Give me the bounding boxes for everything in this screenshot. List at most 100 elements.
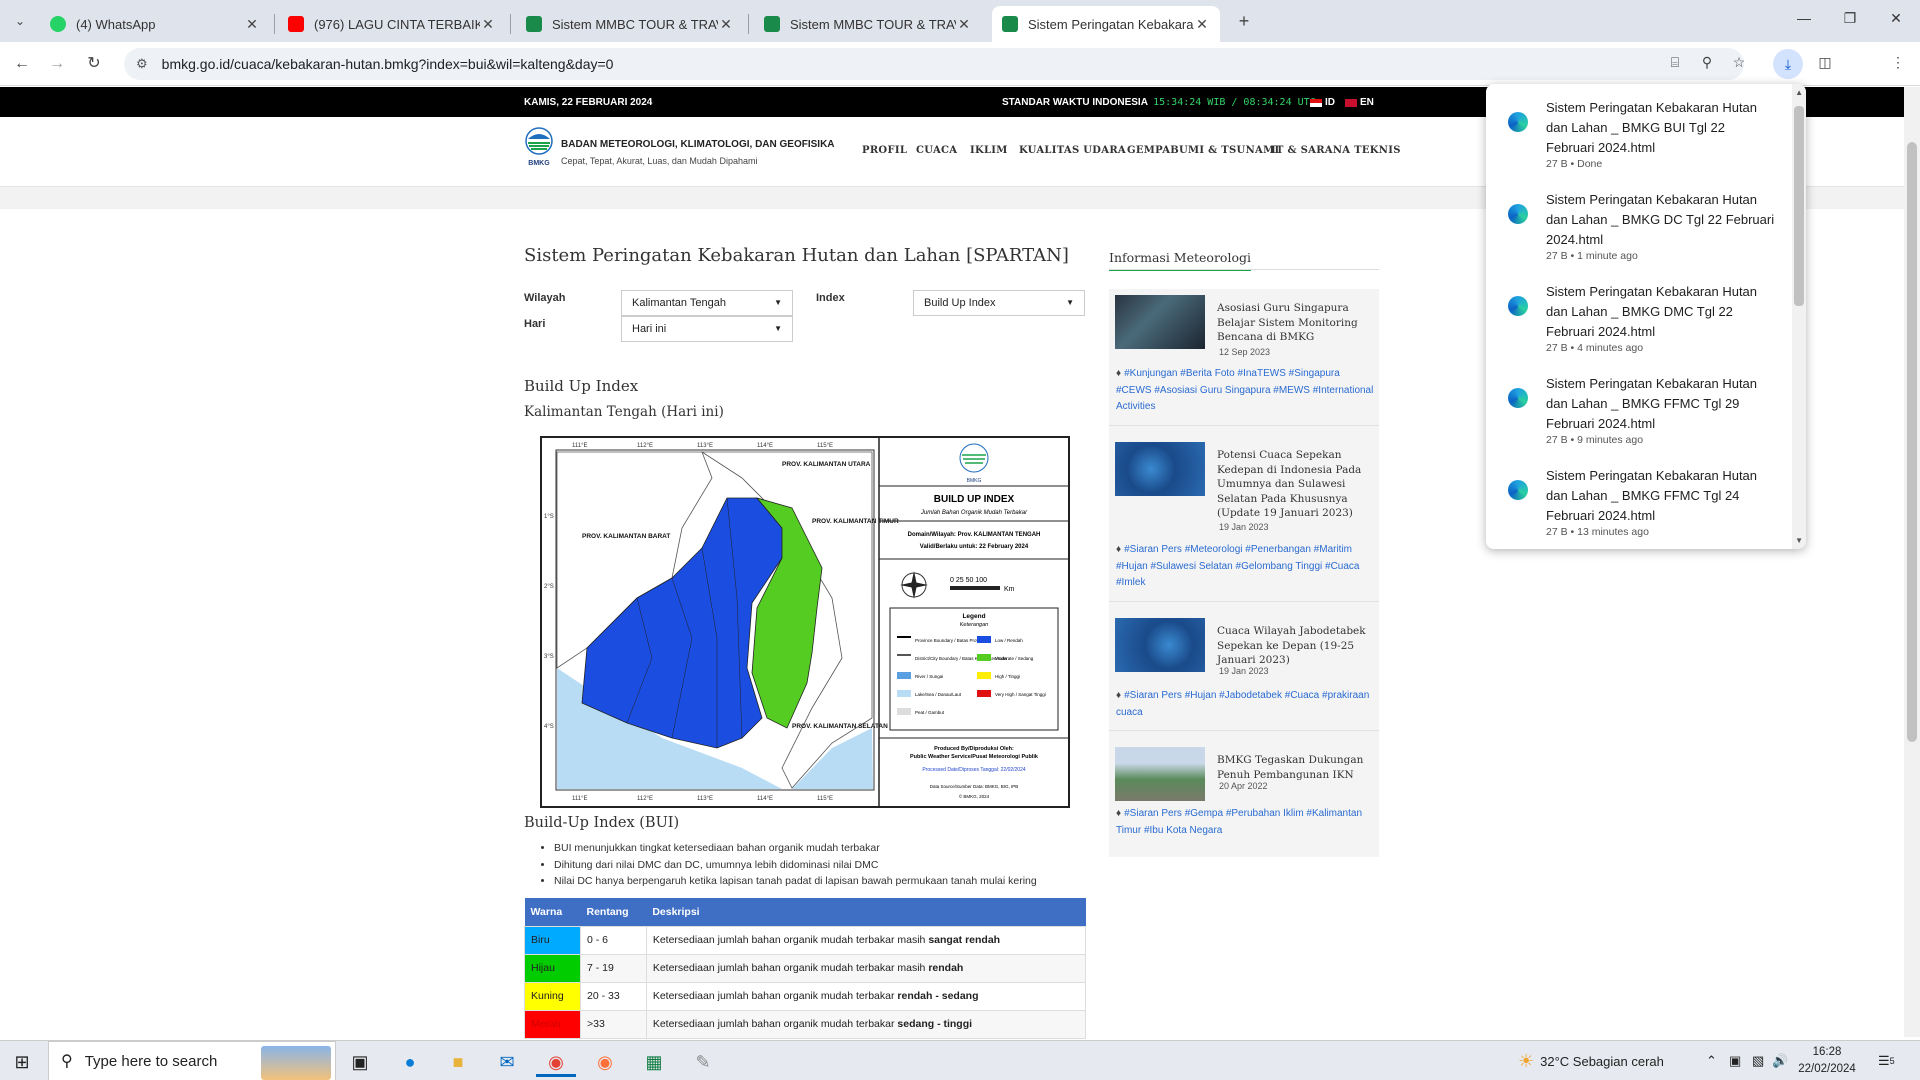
map-scale-bar — [950, 586, 1000, 590]
flag-id-icon — [1310, 98, 1322, 107]
bui-map[interactable]: 111°E 112°E 113°E 114°E 115°E 111°E 112°E 113°… — [540, 436, 1070, 808]
edge-file-icon — [1508, 388, 1528, 408]
taskbar-search-input[interactable]: ⚲ Type here to search — [48, 1041, 336, 1080]
legend-item: Lake/Sea / Danau/Laut — [897, 690, 962, 697]
news-title[interactable]: Asosiasi Guru Singapura Belajar Sistem M… — [1217, 301, 1375, 345]
new-tab-button[interactable]: + — [1232, 9, 1256, 33]
map-domain: Domain/Wilayah: Prov. KALIMANTAN TENGAH — [908, 532, 1041, 538]
download-filename[interactable]: Sistem Peringatan Kebakaran Hutan dan La… — [1546, 190, 1776, 250]
close-icon[interactable]: ✕ — [718, 16, 734, 33]
back-button[interactable]: ← — [10, 52, 34, 76]
nav-gempabumi[interactable]: GEMPABUMI & TSUNAMI — [1127, 145, 1279, 156]
reload-button[interactable]: ↻ — [82, 52, 106, 76]
excel-icon[interactable]: ▦ — [634, 1047, 674, 1077]
download-filename[interactable]: Sistem Peringatan Kebakaran Hutan dan La… — [1546, 466, 1776, 526]
forward-button[interactable]: → — [45, 52, 69, 76]
notification-icon[interactable]: ☰ 5 — [1878, 1041, 1895, 1080]
windows-taskbar: ⊞ ⚲ Type here to search ▣ ● ■ ✉ ◉ ◉ ▦ ✎ … — [0, 1040, 1920, 1080]
news-item[interactable]: Potensi Cuaca Sepekan Kedepan di Indones… — [1115, 442, 1375, 532]
page-scrollbar[interactable] — [1904, 87, 1920, 1037]
edge-icon[interactable]: ● — [390, 1047, 430, 1077]
news-thumbnail[interactable] — [1115, 442, 1205, 496]
wilayah-select[interactable]: Kalimantan Tengah ▼ — [621, 290, 793, 316]
tag-icon: ♦ — [1116, 544, 1122, 555]
index-label: Index — [816, 292, 845, 304]
tab-spartan-active[interactable]: Sistem Peringatan Kebakaran H ✕ — [992, 6, 1220, 42]
weather-widget[interactable]: ☀ 32°C Sebagian cerah — [1518, 1041, 1664, 1080]
restore-button[interactable]: ❐ — [1830, 10, 1870, 27]
news-thumbnail[interactable] — [1115, 295, 1205, 349]
range-cell: 7 - 19 — [580, 953, 647, 983]
news-tags[interactable]: ♦ #Kunjungan #Berita Foto #InaTEWS #Singa… — [1116, 366, 1374, 416]
download-filename[interactable]: Sistem Peringatan Kebakaran Hutan dan La… — [1546, 98, 1776, 158]
translate-icon[interactable]: ⌸ — [1663, 54, 1687, 76]
side-panel-icon[interactable]: ◫ — [1813, 54, 1837, 76]
tab-whatsapp[interactable]: (4) WhatsApp ✕ — [40, 6, 270, 42]
nav-iklim[interactable]: IKLIM — [970, 145, 1008, 156]
paint-icon[interactable]: ✎ — [683, 1047, 723, 1077]
news-thumbnail[interactable] — [1115, 618, 1205, 672]
close-window-button[interactable]: ✕ — [1876, 10, 1916, 27]
close-icon[interactable]: ✕ — [244, 16, 260, 33]
file-explorer-icon[interactable]: ■ — [438, 1047, 478, 1077]
news-item[interactable]: Asosiasi Guru Singapura Belajar Sistem M… — [1115, 295, 1375, 357]
lang-en[interactable]: EN — [1345, 97, 1374, 108]
nav-kualitas-udara[interactable]: KUALITAS UDARA — [1019, 145, 1126, 156]
index-select[interactable]: Build Up Index ▼ — [913, 290, 1085, 316]
news-title[interactable]: Cuaca Wilayah Jabodetabek Sepekan ke Dep… — [1217, 624, 1375, 668]
meet-icon[interactable]: ▣ — [1729, 1041, 1741, 1080]
zoom-icon[interactable]: ⚲ — [1695, 54, 1719, 76]
chrome-icon[interactable]: ◉ — [536, 1047, 576, 1077]
scroll-down-icon[interactable]: ▼ — [1795, 536, 1803, 545]
news-tags[interactable]: ♦ #Siaran Pers #Gempa #Perubahan Iklim #K… — [1116, 806, 1374, 839]
menu-icon[interactable]: ⋮ — [1886, 54, 1910, 76]
taskbar-clock[interactable]: 16:28 22/02/2024 — [1786, 1044, 1868, 1078]
lang-id[interactable]: ID — [1310, 97, 1335, 108]
news-item[interactable]: Cuaca Wilayah Jabodetabek Sepekan ke Dep… — [1115, 618, 1375, 678]
tab-title: Sistem Peringatan Kebakaran H — [1028, 16, 1194, 32]
search-placeholder: Type here to search — [84, 1052, 218, 1070]
hari-label: Hari — [524, 318, 546, 330]
news-thumbnail[interactable] — [1115, 747, 1205, 801]
download-meta: 27 B • Done — [1546, 158, 1603, 170]
close-icon[interactable]: ✕ — [956, 16, 972, 33]
news-title[interactable]: Potensi Cuaca Sepekan Kedepan di Indones… — [1217, 448, 1375, 521]
page-scrollbar-thumb[interactable] — [1907, 142, 1917, 742]
downloads-scrollbar-thumb[interactable] — [1794, 106, 1804, 306]
news-item[interactable]: BMKG Tegaskan Dukungan Penuh Pembangunan… — [1115, 747, 1375, 801]
address-bar[interactable]: ⚙ bmkg.go.id/cuaca/kebakaran-hutan.bmkg?… — [124, 48, 1744, 80]
bookmark-star-icon[interactable]: ☆ — [1727, 54, 1751, 76]
legend-label: River / Sungai — [915, 674, 943, 679]
start-windows-icon[interactable]: ⊞ — [2, 1047, 42, 1077]
tab-mmbc-1[interactable]: Sistem MMBC TOUR & TRAVEL ✕ — [516, 6, 744, 42]
scroll-up-icon[interactable]: ▲ — [1795, 88, 1803, 97]
nav-it-sarana[interactable]: IT & SARANA TEKNIS — [1271, 145, 1401, 156]
tray-chevron-icon[interactable]: ⌃ — [1706, 1041, 1717, 1080]
mail-icon[interactable]: ✉ — [487, 1047, 527, 1077]
close-icon[interactable]: ✕ — [1194, 16, 1210, 33]
network-icon[interactable]: ▧ — [1752, 1041, 1764, 1080]
whatsapp-icon — [50, 16, 66, 32]
nav-profil[interactable]: PROFIL — [862, 145, 907, 156]
download-filename[interactable]: Sistem Peringatan Kebakaran Hutan dan La… — [1546, 282, 1776, 342]
clock-readout: 15:34:24 WIB / 08:34:24 UTC — [1153, 97, 1316, 108]
task-view-icon[interactable]: ▣ — [340, 1047, 380, 1077]
hari-select[interactable]: Hari ini ▼ — [621, 316, 793, 342]
tab-youtube[interactable]: (976) LAGU CINTA TERBAIK CA ✕ — [278, 6, 506, 42]
close-icon[interactable]: ✕ — [480, 16, 496, 33]
edge-file-icon — [1508, 480, 1528, 500]
tab-search-icon[interactable]: ⌄ — [8, 9, 32, 33]
download-filename[interactable]: Sistem Peringatan Kebakaran Hutan dan La… — [1546, 374, 1776, 434]
minimize-button[interactable]: — — [1784, 10, 1824, 26]
tab-mmbc-2[interactable]: Sistem MMBC TOUR & TRAVEL ✕ — [754, 6, 982, 42]
site-info-icon[interactable]: ⚙ — [136, 56, 148, 72]
nav-cuaca[interactable]: CUACA — [916, 145, 957, 156]
news-tags[interactable]: ♦ #Siaran Pers #Meteorologi #Penerbangan … — [1116, 542, 1374, 592]
bmkg-logo-icon[interactable]: BMKG — [524, 127, 554, 167]
news-tags[interactable]: ♦ #Siaran Pers #Hujan #Jabodetabek #Cuaca… — [1116, 688, 1374, 721]
download-icon[interactable]: ⤓ — [1773, 49, 1803, 79]
tag-icon: ♦ — [1116, 368, 1122, 379]
news-title[interactable]: BMKG Tegaskan Dukungan Penuh Pembangunan… — [1217, 753, 1375, 782]
firefox-icon[interactable]: ◉ — [585, 1047, 625, 1077]
downloads-scrollbar[interactable]: ▲ ▼ — [1792, 84, 1806, 549]
